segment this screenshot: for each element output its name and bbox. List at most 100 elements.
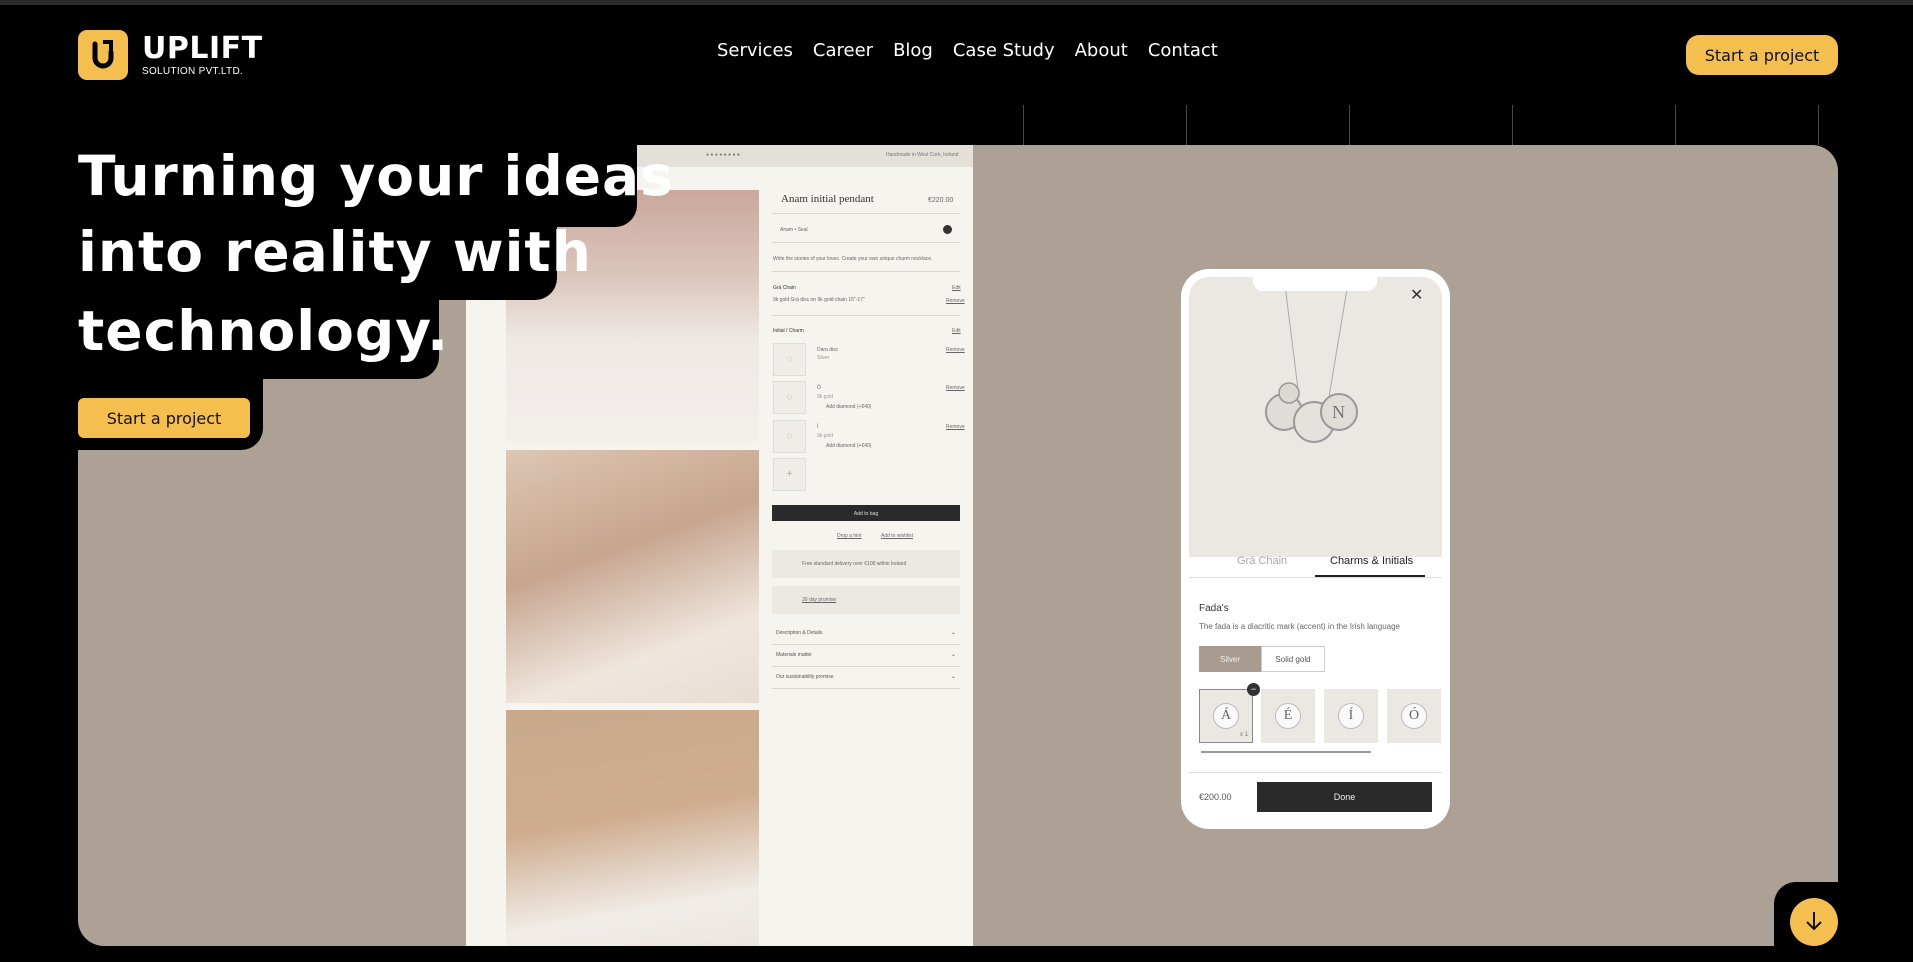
chevron-down-icon: ⌄ [950,652,956,658]
metal-solid-gold-option[interactable]: Solid gold [1261,646,1325,672]
header-start-project-button[interactable]: Start a project [1686,35,1838,75]
divider [772,242,960,243]
returns-link[interactable]: 30 day promise [802,597,836,603]
close-icon[interactable]: ✕ [1410,285,1423,305]
charm-remove-link[interactable]: Remove [946,424,965,430]
footer-divider [1189,772,1442,773]
phone-notch [1253,277,1377,291]
add-charm-button[interactable]: + [773,458,806,491]
phone-mockup: N ✕ Grá Chain Charms & Initials Fada's T… [1181,269,1450,829]
charm-option-e[interactable]: É [1261,689,1315,743]
charm-name: Ó [817,385,821,391]
nav-contact[interactable]: Contact [1148,40,1218,61]
returns-box: 30 day promise [772,586,960,614]
brand-subtitle: SOLUTION PVT.LTD. [142,65,244,77]
phone-price: €200.00 [1199,792,1232,802]
charm-name: Í [817,424,819,430]
charm-letter: É [1275,703,1301,729]
model-photo-2 [506,450,759,703]
hero-headline-line-1: Turning your ideas [78,144,674,208]
divider [772,271,960,272]
grid-line [1186,105,1187,145]
product-title: Anam initial pendant [781,193,874,205]
drop-hint-link[interactable]: Drop a hint [837,533,861,539]
accordion-label: Materials matter [776,652,812,658]
tab-divider [1189,577,1442,578]
charm-name: Dara disc [817,347,839,353]
charm-remove-link[interactable]: Remove [946,347,965,353]
delivery-box: Free standard delivery over €100 within … [772,550,960,578]
svg-text:N: N [1332,402,1345,422]
chevron-down-icon: ⌄ [950,630,956,636]
nav-services[interactable]: Services [717,40,793,61]
done-button[interactable]: Done [1257,782,1432,812]
grid-line [1512,105,1513,145]
grid-line [1349,105,1350,145]
charm-extra[interactable]: Add diamond (+€40) [826,443,871,449]
hero-start-project-button[interactable]: Start a project [78,398,250,438]
charm-sub: 9k gold [817,394,834,400]
chain-option[interactable]: Anam • Seal [780,227,808,233]
chain-remove-link[interactable]: Remove [946,298,965,304]
product-price: €220.00 [928,197,954,204]
charm-remove-link[interactable]: Remove [946,385,965,391]
active-tab-indicator [1315,575,1425,577]
model-photo-3 [506,710,759,946]
charm-remove-icon[interactable]: − [1247,683,1260,696]
charm-thumb: ◌ [773,381,806,414]
main-nav: Services Career Blog Case Study About Co… [717,40,1218,61]
charm-option-i[interactable]: Í [1324,689,1378,743]
charm-sub: 9k gold [817,433,834,439]
color-swatch[interactable] [943,225,952,234]
top-bar-right: Handmade in West Cork, Ireland [886,152,959,158]
grid-line [1023,105,1024,145]
necklace-illustration: N [1265,276,1358,443]
initial-label: Initial / Charm [773,328,804,334]
delivery-text: Free standard delivery over €100 within … [802,561,907,567]
nav-case-study[interactable]: Case Study [953,40,1055,61]
section-description: The fada is a diacritic mark (accent) in… [1199,622,1400,631]
grid-line [1675,105,1676,145]
add-to-bag-button[interactable]: Add to bag [772,505,960,521]
charm-letter: Ó [1401,703,1427,729]
chevron-down-icon: ⌄ [950,674,956,680]
accordion-materials[interactable]: Materials matter ⌄ [772,645,960,667]
charm-thumb: ◌ [773,420,806,453]
charm-thumb: ◌ [773,343,806,376]
charm-letter: Á [1213,703,1239,729]
tab-charms-initials[interactable]: Charms & Initials [1330,555,1413,567]
hero-headline-line-2: into reality with [78,220,592,284]
chain-detail: 9k gold Grá disc on 9k gold chain 15"-17… [773,297,865,303]
brand-logo[interactable]: UPLIFT SOLUTION PVT.LTD. [78,30,263,80]
charm-sub: Silver [817,355,830,361]
chain-edit-link[interactable]: Edit [952,285,961,291]
arrow-down-icon [1804,910,1824,935]
charm-letter: Í [1338,703,1364,729]
brand-name: UPLIFT [142,30,263,66]
charm-count: x 1 [1239,732,1248,738]
charm-scrollbar[interactable] [1201,751,1371,753]
accordion-sustainability[interactable]: Our sustainability promise ⌄ [772,667,960,689]
window-top-edge [0,0,1913,5]
metal-silver-option[interactable]: Silver [1199,646,1261,672]
scroll-down-button[interactable] [1790,898,1838,946]
nav-blog[interactable]: Blog [893,40,933,61]
charm-option-a[interactable]: Á x 1 [1199,689,1253,743]
accordion-description[interactable]: Description & Details ⌄ [772,623,960,645]
divider [772,213,960,214]
accordion-label: Our sustainability promise [776,674,834,680]
section-title: Fada's [1199,603,1229,614]
charm-option-o[interactable]: Ó [1387,689,1441,743]
nav-about[interactable]: About [1075,40,1128,61]
wishlist-link[interactable]: Add to wishlist [881,533,913,539]
necklace-image: N [1189,276,1442,557]
divider [772,315,960,316]
initial-edit-link[interactable]: Edit [952,328,961,334]
nav-career[interactable]: Career [813,40,873,61]
product-description: Write the stories of your loves. Create … [773,256,933,262]
accordion-label: Description & Details [776,630,823,636]
tab-gra-chain[interactable]: Grá Chain [1237,555,1287,567]
top-bar-left: ● ● ● ● ● ● ● ● [706,152,740,158]
charm-extra[interactable]: Add diamond (+€40) [826,404,871,410]
logo-mark-icon [78,30,128,80]
